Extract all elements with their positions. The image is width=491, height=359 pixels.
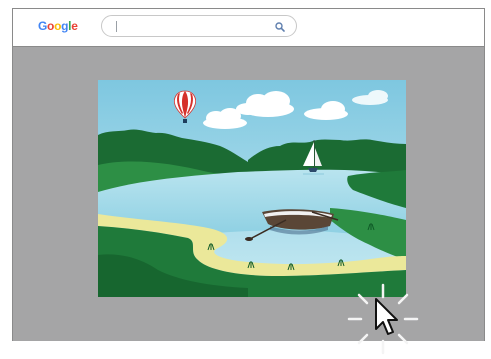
search-icon[interactable]: [274, 21, 286, 33]
text-caret: [116, 21, 117, 32]
logo-letter: o: [47, 19, 55, 33]
browser-window: Google: [12, 8, 485, 355]
browser-toolbar: Google: [13, 9, 484, 47]
mouse-pointer-icon: [347, 283, 419, 355]
google-logo[interactable]: Google: [38, 19, 78, 33]
logo-letter: G: [38, 19, 48, 33]
logo-letter: g: [61, 19, 69, 33]
logo-letter: e: [71, 19, 78, 33]
search-input[interactable]: [101, 15, 297, 37]
page-viewport: [13, 47, 484, 355]
landscape-image[interactable]: [98, 80, 406, 297]
logo-letter: o: [54, 19, 62, 33]
